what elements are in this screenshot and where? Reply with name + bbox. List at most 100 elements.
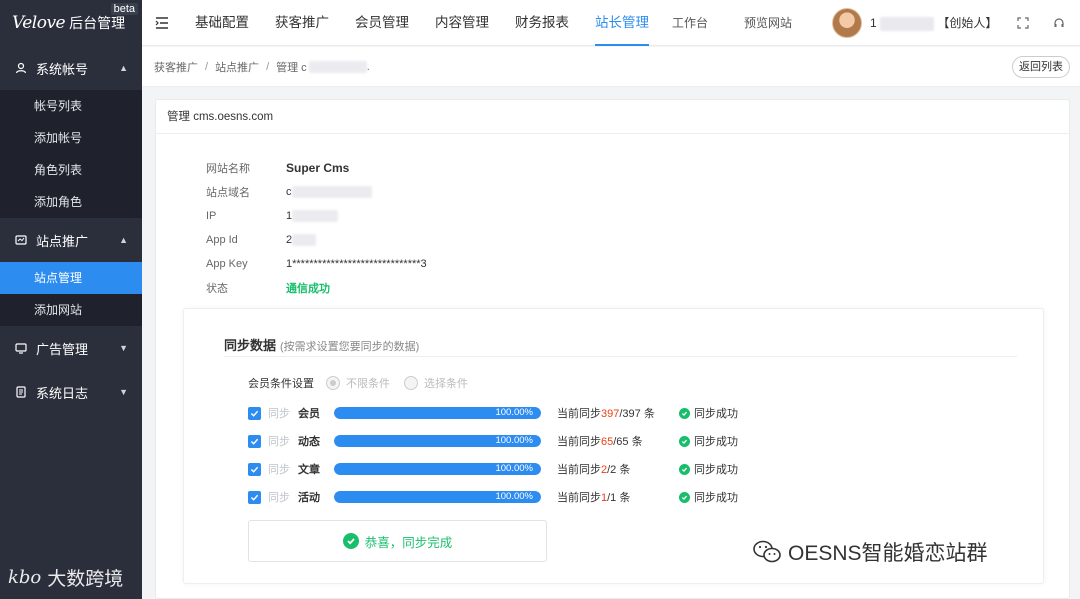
progress-text: 100.00%: [495, 463, 533, 474]
sidebar-item-role-list[interactable]: 角色列表: [0, 154, 142, 186]
nav-members[interactable]: 会员管理: [342, 0, 422, 46]
nav-basic-config[interactable]: 基础配置: [182, 0, 262, 46]
brand-title: 后台管理: [69, 15, 126, 31]
back-to-list-button[interactable]: 返回列表: [1012, 56, 1070, 78]
radio-unlimited-label[interactable]: 不限条件: [346, 375, 390, 391]
sidebar-item-add-account[interactable]: 添加帐号: [0, 122, 142, 154]
radio-select-condition-label[interactable]: 选择条件: [424, 375, 468, 391]
info-row-app-key: App Key 1******************************3: [206, 252, 427, 276]
info-row-domain: 站点域名 c: [206, 180, 427, 204]
watermark-left: kbo 大数跨境: [8, 564, 123, 591]
preview-site-link[interactable]: 预览网站: [734, 0, 802, 46]
sync-count: 当前同步397/397 条: [557, 405, 679, 421]
menu-group-logs[interactable]: 系统日志 ▼: [0, 370, 142, 414]
radio-unlimited[interactable]: [326, 376, 340, 390]
breadcrumb-item[interactable]: 站点推广: [215, 59, 259, 75]
site-detail-card: 管理 cms.oesns.com 网站名称 Super Cms 站点域名 c I…: [155, 99, 1070, 599]
info-key: 网站名称: [206, 163, 250, 175]
sync-status-text: 同步成功: [694, 492, 738, 504]
user-name[interactable]: 1 【创始人】: [870, 0, 997, 46]
count-current: 397: [601, 408, 620, 420]
brand[interactable]: Velove 后台管理 beta: [0, 0, 142, 46]
info-row-ip: IP 1: [206, 204, 427, 228]
count-total: /65 条: [613, 436, 643, 448]
condition-label: 会员条件设置: [248, 378, 314, 390]
sync-row-members: 同步 会员 100.00% 当前同步397/397 条 同步成功: [248, 405, 738, 421]
info-key: App Key: [206, 258, 248, 270]
sync-word: 同步: [268, 408, 290, 420]
redacted-text: [308, 60, 367, 73]
sync-checkbox[interactable]: [248, 434, 261, 448]
check-circle-icon: [679, 463, 690, 475]
sync-item-name: 动态: [298, 436, 320, 448]
breadcrumb-current: 管理 c: [276, 61, 307, 74]
avatar[interactable]: [832, 8, 862, 38]
sync-count: 当前同步1/1 条: [557, 489, 679, 505]
menu-group-promotion[interactable]: 站点推广 ▲: [0, 218, 142, 262]
log-icon: [14, 385, 28, 399]
sync-status: 同步成功: [679, 461, 738, 477]
progress-text: 100.00%: [495, 491, 533, 502]
sync-row-articles: 同步 文章 100.00% 当前同步2/2 条 同步成功: [248, 461, 738, 477]
chevron-up-icon: ▲: [119, 235, 128, 245]
sidebar-item-add-site[interactable]: 添加网站: [0, 294, 142, 326]
top-nav: 基础配置 获客推广 会员管理 内容管理 财务报表 站长管理: [182, 0, 662, 46]
menu-group-label: 系统日志: [36, 385, 89, 401]
watermark-logo-icon: kbo: [8, 567, 42, 588]
redacted-text: [292, 210, 339, 222]
menu-group-ads[interactable]: 广告管理 ▼: [0, 326, 142, 370]
nav-content[interactable]: 内容管理: [422, 0, 502, 46]
breadcrumb: 获客推广 / 站点推广 / 管理 c . 返回列表: [142, 47, 1080, 87]
nav-acquisition[interactable]: 获客推广: [262, 0, 342, 46]
menu-group-label: 站点推广: [36, 233, 89, 249]
check-circle-icon: [679, 491, 690, 503]
user-icon: [14, 61, 28, 75]
watermark-right-text: OESNS智能婚恋站群: [788, 542, 988, 565]
menu-toggle-icon[interactable]: [142, 0, 182, 46]
chevron-up-icon: ▲: [119, 63, 128, 73]
fullscreen-icon[interactable]: [1014, 14, 1032, 32]
beta-badge: beta: [110, 3, 138, 15]
headset-icon[interactable]: [1050, 14, 1068, 32]
info-key: 站点域名: [206, 187, 250, 199]
menu-group-accounts[interactable]: 系统帐号 ▲: [0, 46, 142, 90]
sync-status: 同步成功: [679, 489, 738, 505]
sidebar-item-add-role[interactable]: 添加角色: [0, 186, 142, 218]
sidebar-item-site-management[interactable]: 站点管理: [0, 262, 142, 294]
radio-select-condition[interactable]: [404, 376, 418, 390]
count-total: /2 条: [607, 464, 631, 476]
sync-status-text: 同步成功: [694, 464, 738, 476]
sync-checkbox[interactable]: [248, 462, 261, 476]
breadcrumb-separator: /: [205, 60, 209, 73]
progress-bar: 100.00%: [334, 407, 541, 419]
nav-webmaster[interactable]: 站长管理: [582, 0, 662, 46]
sync-status: 同步成功: [679, 405, 738, 421]
info-value: 1******************************3: [286, 258, 427, 270]
progress-text: 100.00%: [495, 435, 533, 446]
sync-checkbox[interactable]: [248, 406, 261, 420]
breadcrumb-item[interactable]: 获客推广: [154, 59, 198, 75]
sync-complete-message: 恭喜，同步完成: [248, 520, 547, 562]
chevron-down-icon: ▼: [119, 387, 128, 397]
progress-bar: 100.00%: [334, 435, 541, 447]
nav-finance[interactable]: 财务报表: [502, 0, 582, 46]
sync-status-text: 同步成功: [694, 408, 738, 420]
redacted-text: [292, 234, 317, 246]
sync-count: 当前同步2/2 条: [557, 461, 679, 477]
sidebar: Velove 后台管理 beta 系统帐号 ▲ 帐号列表 添加帐号 角色列表 添…: [0, 0, 142, 599]
sync-title-text: 同步数据: [224, 338, 277, 353]
sync-item-name: 文章: [298, 464, 320, 476]
check-circle-icon: [342, 533, 359, 549]
card-title: 管理 cms.oesns.com: [156, 100, 1069, 134]
sync-hint: (按需求设置您要同步的数据): [280, 341, 420, 353]
sidebar-item-account-list[interactable]: 帐号列表: [0, 90, 142, 122]
sync-status-text: 同步成功: [694, 436, 738, 448]
sync-item-name: 活动: [298, 492, 320, 504]
sync-title: 同步数据 (按需求设置您要同步的数据): [224, 335, 419, 354]
info-row-status: 状态 通信成功: [206, 276, 427, 300]
sync-checkbox[interactable]: [248, 490, 261, 504]
count-current: 65: [601, 436, 614, 448]
promo-icon: [14, 233, 28, 247]
workspace-link[interactable]: 工作台: [662, 0, 718, 46]
count-prefix: 当前同步: [557, 436, 601, 448]
